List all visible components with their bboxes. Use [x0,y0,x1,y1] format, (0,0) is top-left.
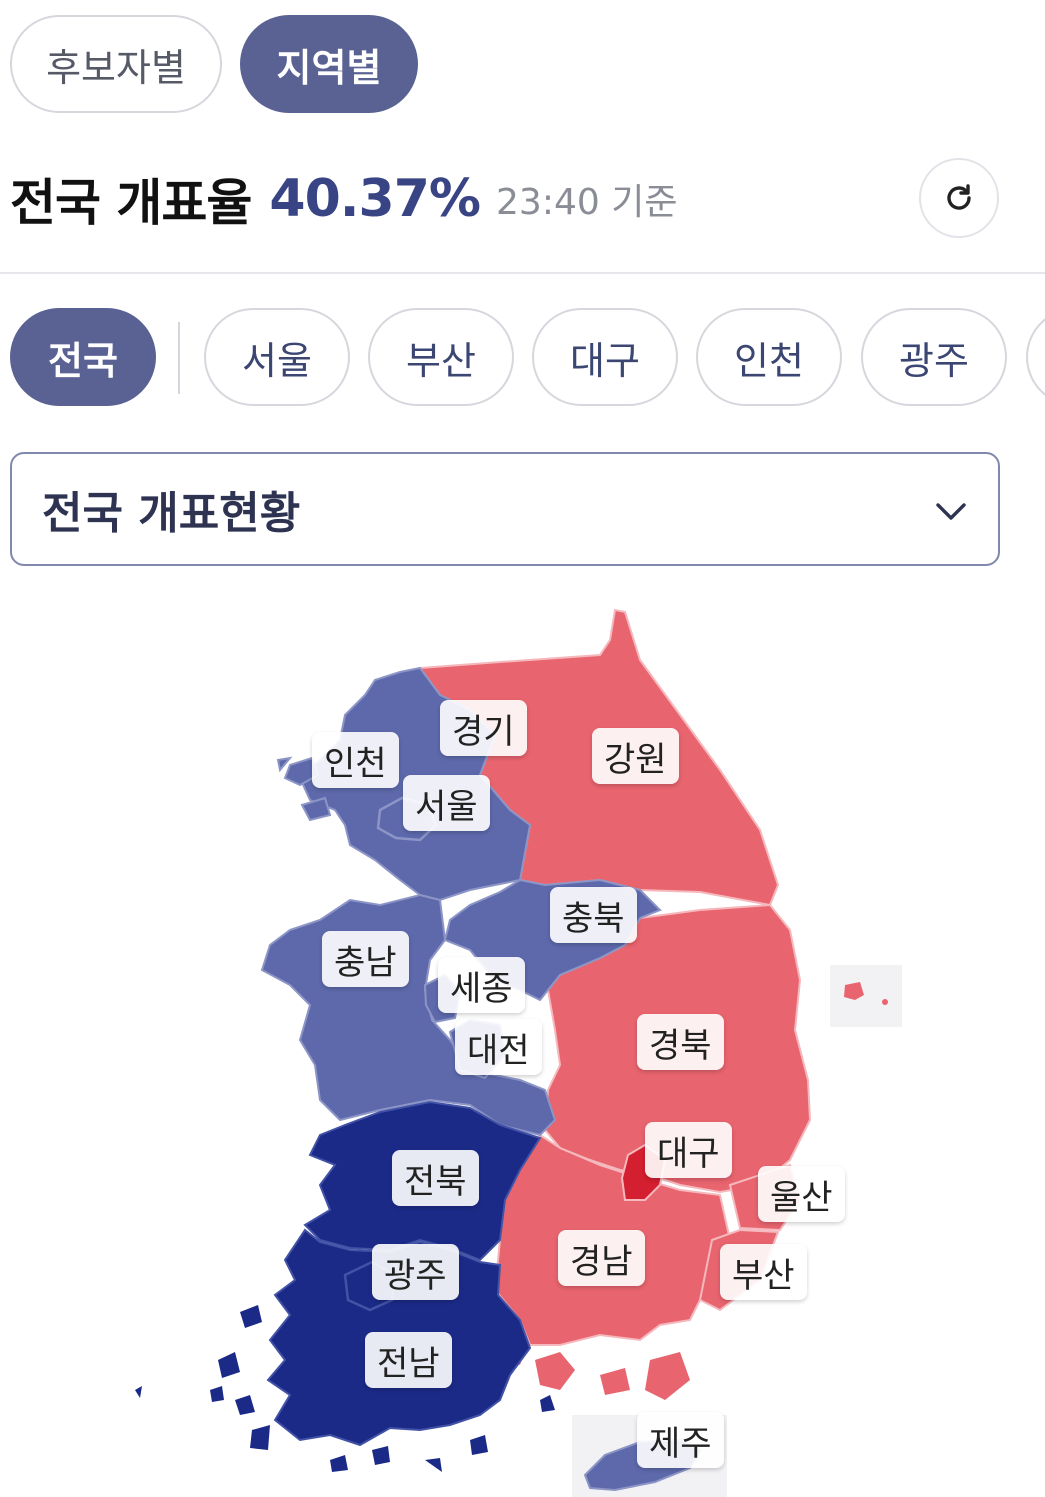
region-chip-seoul[interactable]: 서울 [204,308,350,406]
divider [0,272,1045,274]
map-label-ulsan[interactable]: 울산 [758,1166,845,1222]
map-label-jeonnam[interactable]: 전남 [365,1332,452,1388]
map-label-chungnam[interactable]: 충남 [322,931,409,987]
region-status-dropdown[interactable]: 전국 개표현황 [10,452,1000,566]
view-tabs: 후보자별 지역별 [10,15,418,113]
map-label-jeju[interactable]: 제주 [637,1412,724,1468]
region-chip-incheon[interactable]: 인천 [696,308,842,406]
map-label-busan[interactable]: 부산 [720,1244,807,1300]
region-chip-daegu[interactable]: 대구 [532,308,678,406]
tab-by-candidate[interactable]: 후보자별 [10,15,222,113]
region-separator [178,322,180,394]
map-label-gyeonggi[interactable]: 경기 [440,700,527,756]
count-rate-time: 23:40 기준 [496,182,678,223]
election-map: 경기 인천 서울 강원 충북 충남 세종 대전 경북 전북 대구 울산 광주 경… [0,600,1045,1497]
map-label-gyeongnam[interactable]: 경남 [558,1230,645,1286]
region-chip-gwangju[interactable]: 광주 [861,308,1007,406]
count-rate-row: 전국 개표율 40.37% 23:40 기준 [10,158,1005,240]
map-label-daegu[interactable]: 대구 [645,1122,732,1178]
tab-by-region[interactable]: 지역별 [240,15,418,113]
count-rate-value: 40.37% [269,169,481,229]
map-label-seoul[interactable]: 서울 [403,775,490,831]
map-label-daejeon[interactable]: 대전 [455,1019,542,1075]
region-dokdo [882,999,888,1005]
region-filter: 전국 서울 부산 대구 인천 광주 [10,308,1045,408]
dropdown-label: 전국 개표현황 [42,488,301,539]
map-label-incheon[interactable]: 인천 [312,732,399,788]
inset-ulleung [830,965,902,1027]
map-label-gangwon[interactable]: 강원 [592,728,679,784]
chevron-down-icon [936,503,966,520]
region-chip-next[interactable] [1026,308,1045,406]
map-label-jeonbuk[interactable]: 전북 [392,1150,479,1206]
count-rate-title: 전국 개표율 [10,174,252,232]
map-label-gyeongbuk[interactable]: 경북 [637,1014,724,1070]
refresh-icon [947,184,971,210]
refresh-button[interactable] [919,158,999,238]
map-label-gwangju[interactable]: 광주 [372,1244,459,1300]
region-gyeongnam-islands [508,1345,690,1400]
region-chip-busan[interactable]: 부산 [368,308,514,406]
region-chip-national[interactable]: 전국 [10,308,156,406]
map-label-chungbuk[interactable]: 충북 [550,887,637,943]
map-label-sejong[interactable]: 세종 [438,957,525,1013]
